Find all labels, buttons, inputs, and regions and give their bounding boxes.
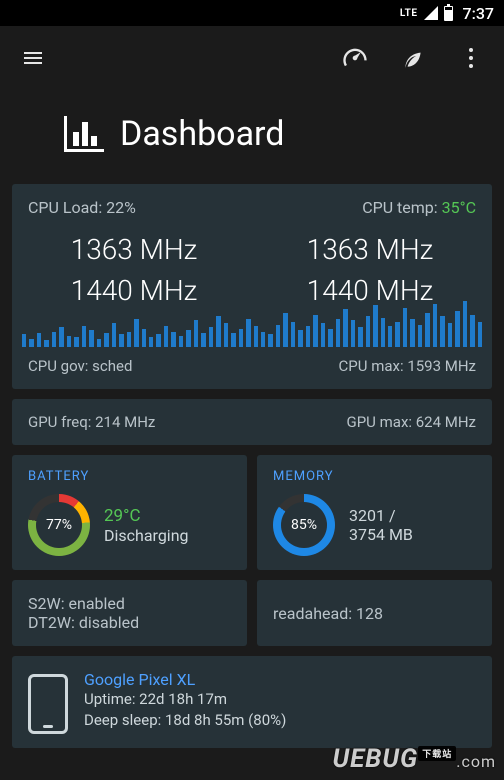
device-card[interactable]: Google Pixel XL Uptime: 22d 18h 17m Deep… xyxy=(12,656,492,748)
battery-icon xyxy=(444,6,453,21)
menu-icon xyxy=(21,46,45,70)
wake-card[interactable]: S2W: enabled DT2W: disabled xyxy=(12,580,247,646)
dt2w-label: DT2W: disabled xyxy=(28,613,231,632)
battery-card[interactable]: BATTERY 77% 29°C Discharging xyxy=(12,455,247,570)
cpu-load-label: CPU Load: 22% xyxy=(28,198,136,217)
cpu-temp-value: 35°C xyxy=(442,198,476,217)
battery-pct: 77% xyxy=(36,502,82,548)
cpu-gov-label: CPU gov: sched xyxy=(28,357,132,375)
battery-title: BATTERY xyxy=(28,469,231,484)
memory-used: 3201 / xyxy=(349,506,413,525)
readahead-card[interactable]: readahead: 128 xyxy=(257,580,492,646)
cpu-freq-2: 1440 MHz xyxy=(28,274,240,307)
cpu-max-label: CPU max: 1593 MHz xyxy=(339,357,476,375)
cpu-card[interactable]: CPU Load: 22% CPU temp: 35°C 1363 MHz 13… xyxy=(12,184,492,389)
android-status-bar: LTE 7:37 xyxy=(0,0,504,26)
cpu-temp-label: CPU temp: 35°C xyxy=(362,198,476,217)
cpu-freq-1: 1363 MHz xyxy=(264,233,476,266)
battery-saver-button[interactable] xyxy=(398,43,428,73)
gpu-freq-label: GPU freq: 214 MHz xyxy=(28,413,155,431)
watermark: UEBUG下载站.com xyxy=(333,744,497,774)
device-deepsleep: Deep sleep: 18d 8h 55m (80%) xyxy=(84,710,286,731)
network-indicator: LTE xyxy=(400,8,418,19)
gpu-max-label: GPU max: 624 MHz xyxy=(347,413,477,431)
gpu-card[interactable]: GPU freq: 214 MHz GPU max: 624 MHz xyxy=(12,399,492,445)
battery-temp: 29°C xyxy=(104,506,189,526)
device-name[interactable]: Google Pixel XL xyxy=(84,670,286,689)
clock: 7:37 xyxy=(463,4,495,23)
signal-icon xyxy=(424,6,438,20)
menu-button[interactable] xyxy=(18,43,48,73)
page-header: Dashboard xyxy=(0,90,504,184)
phone-icon xyxy=(28,674,68,734)
cpu-freq-0: 1363 MHz xyxy=(28,233,240,266)
readahead-label: readahead: 128 xyxy=(273,604,383,623)
gauge-icon xyxy=(341,44,369,72)
dashboard-icon xyxy=(64,116,104,152)
s2w-label: S2W: enabled xyxy=(28,594,231,613)
memory-card[interactable]: MEMORY 85% 3201 / 3754 MB xyxy=(257,455,492,570)
memory-pct: 85% xyxy=(281,502,327,548)
battery-state: Discharging xyxy=(104,526,189,545)
battery-ring: 77% xyxy=(28,494,90,556)
leaf-icon xyxy=(400,45,426,71)
cpu-freq-3: 1440 MHz xyxy=(264,274,476,307)
overflow-icon xyxy=(469,48,473,68)
app-toolbar xyxy=(0,26,504,90)
device-uptime: Uptime: 22d 18h 17m xyxy=(84,689,286,710)
performance-button[interactable] xyxy=(340,43,370,73)
memory-title: MEMORY xyxy=(273,469,476,484)
memory-total: 3754 MB xyxy=(349,525,413,544)
page-title: Dashboard xyxy=(120,114,284,154)
memory-ring: 85% xyxy=(273,494,335,556)
overflow-button[interactable] xyxy=(456,43,486,73)
